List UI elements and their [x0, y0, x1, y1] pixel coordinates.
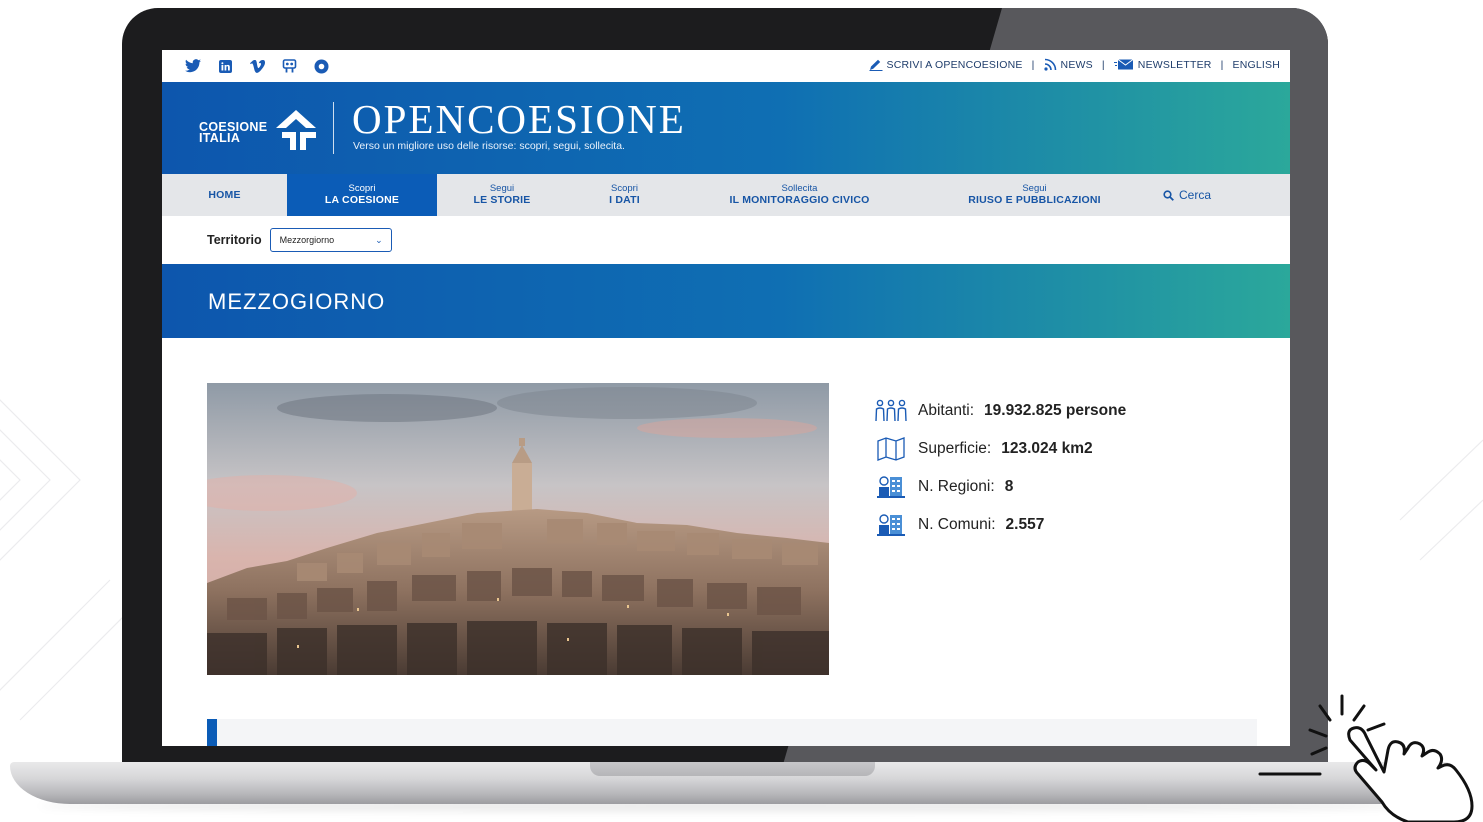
region-stats: Abitanti: 19.932.825 persone Superficie:…	[874, 392, 1126, 544]
nav-scopri-dati[interactable]: Scopri I DATI	[567, 174, 682, 216]
stat-value: 123.024 km2	[1001, 440, 1093, 457]
twitter-icon[interactable]	[184, 57, 202, 75]
nav-scopri-coesione[interactable]: Scopri LA COESIONE	[287, 174, 437, 216]
nav-home-label: HOME	[208, 188, 241, 201]
stat-value: 2.557	[1005, 516, 1045, 533]
nav-item-small: Sollecita	[781, 183, 818, 194]
coesione-logo-mark-icon	[276, 110, 316, 150]
laptop-notch	[590, 762, 875, 776]
stat-comuni: N. Comuni: 2.557	[874, 506, 1126, 544]
nav-item-label: I DATI	[609, 194, 640, 206]
region-photo	[207, 383, 829, 675]
city-icon	[874, 474, 908, 500]
social-links	[184, 57, 330, 75]
laptop-base	[10, 762, 1450, 804]
rss-icon	[1043, 58, 1056, 71]
newsletter-link-label: NEWSLETTER	[1137, 58, 1212, 71]
english-link[interactable]: ENGLISH	[1233, 59, 1281, 71]
search-icon	[1163, 189, 1174, 201]
nav-search-label: Cerca	[1178, 188, 1211, 202]
nav-search[interactable]: Cerca	[1142, 174, 1232, 216]
nav-item-label: IL MONITORAGGIO CIVICO	[729, 194, 870, 206]
people-icon	[874, 398, 908, 424]
separator: |	[1220, 58, 1224, 71]
stage: SCRIVI A OPENCOESIONE | NEWS | NEWSLETTE…	[0, 0, 1483, 822]
stat-label: N. Comuni:	[918, 516, 996, 533]
section-marker	[207, 719, 217, 746]
stat-superficie: Superficie: 123.024 km2	[874, 430, 1126, 468]
nav-item-label: LA COESIONE	[324, 194, 400, 206]
site-title[interactable]: OPENCOESIONE	[352, 95, 686, 143]
main-nav: HOME Scopri LA COESIONE Segui LE STORIE …	[162, 174, 1290, 216]
utility-bar: SCRIVI A OPENCOESIONE | NEWS | NEWSLETTE…	[162, 50, 1290, 82]
separator: |	[1101, 58, 1105, 71]
stat-abitanti: Abitanti: 19.932.825 persone	[874, 392, 1126, 430]
nav-item-label: RIUSO E PUBBLICAZIONI	[968, 194, 1101, 206]
write-link[interactable]: SCRIVI A OPENCOESIONE	[869, 59, 1023, 71]
site-tagline: Verso un migliore uso delle risorse: sco…	[353, 140, 625, 152]
write-link-label: SCRIVI A OPENCOESIONE	[886, 58, 1023, 71]
nav-item-small: Segui	[489, 183, 515, 194]
english-link-label: ENGLISH	[1232, 58, 1280, 71]
territorio-label: Territorio	[207, 233, 262, 247]
stat-label: N. Regioni:	[918, 478, 995, 495]
nav-item-small: Scopri	[348, 183, 376, 194]
nav-item-small: Segui	[1022, 183, 1047, 194]
matera-landscape-image	[207, 383, 829, 675]
stat-regioni: N. Regioni: 8	[874, 468, 1126, 506]
envelope-icon	[1113, 59, 1134, 70]
territorio-filter: Territorio Mezzorgiorno ⌄	[207, 228, 392, 252]
stat-value: 8	[1004, 478, 1014, 495]
nav-monitoraggio-civico[interactable]: Sollecita IL MONITORAGGIO CIVICO	[682, 174, 917, 216]
pencil-icon	[869, 59, 883, 71]
linkedin-icon[interactable]	[216, 57, 234, 75]
next-section-strip	[207, 719, 1257, 746]
flickr-icon[interactable]	[312, 57, 330, 75]
chevron-down-icon: ⌄	[375, 234, 383, 245]
nav-riuso-pubblicazioni[interactable]: Segui RIUSO E PUBBLICAZIONI	[917, 174, 1152, 216]
pointing-hand-icon	[1258, 694, 1474, 822]
nav-item-label: LE STORIE	[473, 194, 531, 206]
vimeo-icon[interactable]	[248, 57, 266, 75]
slideshare-icon[interactable]	[280, 57, 298, 75]
nav-home[interactable]: HOME	[162, 174, 287, 216]
coesione-italia-logo[interactable]: COESIONE ITALIA	[199, 121, 267, 145]
region-banner: MEZZOGIORNO	[162, 264, 1290, 338]
browser-screen: SCRIVI A OPENCOESIONE | NEWS | NEWSLETTE…	[162, 50, 1290, 746]
site-header: COESIONE ITALIA OPENCOESIONE Verso un mi…	[162, 82, 1290, 174]
news-link-label: NEWS	[1060, 58, 1093, 71]
stat-label: Abitanti:	[918, 402, 975, 419]
territorio-selected-value: Mezzorgiorno	[279, 235, 335, 245]
utility-links: SCRIVI A OPENCOESIONE | NEWS | NEWSLETTE…	[869, 58, 1280, 71]
region-title: MEZZOGIORNO	[208, 289, 386, 314]
news-link[interactable]: NEWS	[1043, 58, 1093, 71]
map-icon	[874, 436, 908, 462]
city-icon	[874, 512, 908, 538]
newsletter-link[interactable]: NEWSLETTER	[1113, 58, 1212, 71]
territorio-select[interactable]: Mezzorgiorno ⌄	[269, 228, 392, 252]
nav-segui-storie[interactable]: Segui LE STORIE	[437, 174, 567, 216]
nav-item-small: Scopri	[611, 183, 638, 194]
logo-divider	[333, 102, 334, 154]
stat-value: 19.932.825 persone	[984, 402, 1127, 419]
separator: |	[1031, 58, 1035, 71]
logo-line2: ITALIA	[199, 131, 241, 145]
stat-label: Superficie:	[918, 440, 992, 457]
